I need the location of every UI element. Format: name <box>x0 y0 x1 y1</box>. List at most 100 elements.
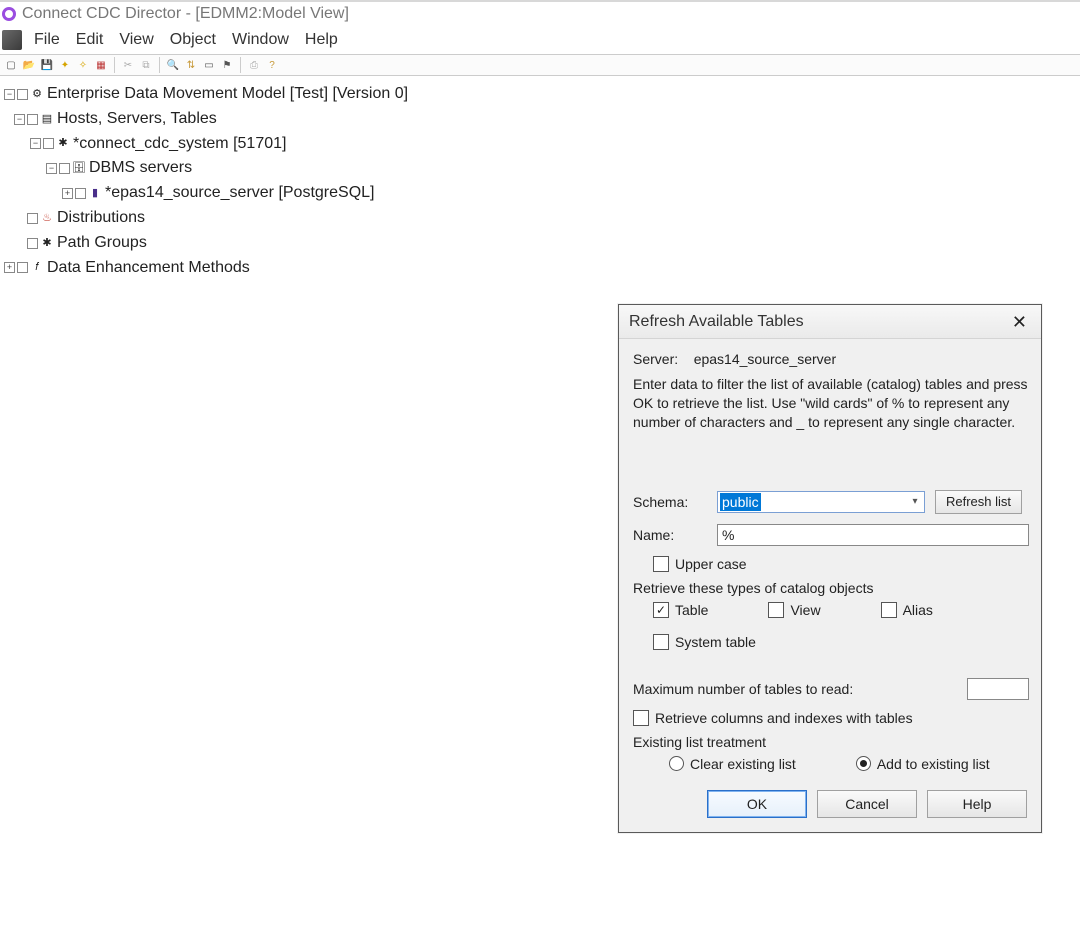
collapse-icon[interactable]: − <box>14 114 25 125</box>
systable-row: System table <box>653 634 1029 650</box>
systable-checkbox[interactable] <box>653 634 669 650</box>
tree-pathgroups-label: Path Groups <box>57 231 147 256</box>
name-label: Name: <box>633 527 717 543</box>
table-checkbox[interactable]: ✓ <box>653 602 669 618</box>
dialog-titlebar[interactable]: Refresh Available Tables ✕ <box>619 305 1041 339</box>
grid-icon[interactable]: ▦ <box>94 58 108 72</box>
tree-system[interactable]: − ✱ *connect_cdc_system [51701] <box>4 132 1076 157</box>
spark2-icon[interactable]: ✧ <box>76 58 90 72</box>
view-checkbox[interactable] <box>768 602 784 618</box>
close-icon[interactable]: ✕ <box>1006 311 1033 333</box>
tree-system-label: *connect_cdc_system [51701] <box>73 132 286 157</box>
existing-radio-row: Clear existing list Add to existing list <box>669 756 1029 772</box>
existing-label: Existing list treatment <box>633 734 1029 750</box>
search-icon[interactable]: 🔍 <box>166 58 180 72</box>
box-icon[interactable]: ▭ <box>202 58 216 72</box>
catalog-row1: ✓ Table View Alias <box>653 602 1029 626</box>
server-icon: ▮ <box>88 187 102 201</box>
tree-hosts-label: Hosts, Servers, Tables <box>57 107 217 132</box>
ok-button[interactable]: OK <box>707 790 807 818</box>
no-expand <box>14 238 27 249</box>
tree-checkbox[interactable] <box>27 213 38 224</box>
catalog-group-label: Retrieve these types of catalog objects <box>633 580 1029 596</box>
app-logo-icon <box>2 30 22 50</box>
tree-checkbox[interactable] <box>27 114 38 125</box>
tree-checkbox[interactable] <box>17 262 28 273</box>
add-radio-label: Add to existing list <box>877 756 990 772</box>
view-chk-row: View <box>768 602 820 618</box>
name-input[interactable]: % <box>717 524 1029 546</box>
help-button[interactable]: Help <box>927 790 1027 818</box>
menu-file[interactable]: File <box>26 29 68 51</box>
no-expand <box>14 213 27 224</box>
refresh-list-button[interactable]: Refresh list <box>935 490 1022 514</box>
spark1-icon[interactable]: ✦ <box>58 58 72 72</box>
chevron-down-icon[interactable]: ▾ <box>906 492 924 512</box>
toolbar-sep2 <box>159 57 160 73</box>
schema-combo[interactable]: public ▾ <box>717 491 925 513</box>
add-radio[interactable] <box>856 756 871 771</box>
print-icon[interactable]: ⎙ <box>247 58 261 72</box>
tree-view: − ⚙ Enterprise Data Movement Model [Test… <box>0 76 1080 280</box>
cancel-button[interactable]: Cancel <box>817 790 917 818</box>
view-label: View <box>790 602 820 618</box>
menu-object[interactable]: Object <box>162 29 224 51</box>
tree-checkbox[interactable] <box>17 89 28 100</box>
collapse-icon[interactable]: − <box>30 138 41 149</box>
tree-dbms[interactable]: − 🗄 DBMS servers <box>4 156 1076 181</box>
expand-icon[interactable]: + <box>4 262 15 273</box>
max-row: Maximum number of tables to read: <box>633 678 1029 700</box>
help-icon[interactable]: ? <box>265 58 279 72</box>
schema-label: Schema: <box>633 494 717 510</box>
tree-server[interactable]: + ▮ *epas14_source_server [PostgreSQL] <box>4 181 1076 206</box>
alias-checkbox[interactable] <box>881 602 897 618</box>
window-title: Connect CDC Director - [EDMM2:Model View… <box>22 5 349 23</box>
expand-icon[interactable]: + <box>62 188 73 199</box>
tree-checkbox[interactable] <box>75 188 86 199</box>
schema-row: Schema: public ▾ Refresh list <box>633 490 1029 514</box>
copy-icon[interactable]: ⧉ <box>139 58 153 72</box>
tree-checkbox[interactable] <box>43 138 54 149</box>
tree-enhancement[interactable]: + 𝑓 Data Enhancement Methods <box>4 256 1076 281</box>
menu-view[interactable]: View <box>111 29 161 51</box>
uppercase-row: Upper case <box>653 556 1029 572</box>
cut-icon[interactable]: ✂ <box>121 58 135 72</box>
tree-root[interactable]: − ⚙ Enterprise Data Movement Model [Test… <box>4 82 1076 107</box>
clear-radio[interactable] <box>669 756 684 771</box>
menu-window[interactable]: Window <box>224 29 297 51</box>
dialog-title: Refresh Available Tables <box>629 313 804 331</box>
systable-label: System table <box>675 634 756 650</box>
tree-checkbox[interactable] <box>27 238 38 249</box>
collapse-icon[interactable]: − <box>4 89 15 100</box>
tree-distributions-label: Distributions <box>57 206 145 231</box>
open-icon[interactable]: 📂 <box>22 58 36 72</box>
updown-icon[interactable]: ⇅ <box>184 58 198 72</box>
hosts-icon: ▤ <box>40 112 54 126</box>
save-icon[interactable]: 💾 <box>40 58 54 72</box>
menu-help[interactable]: Help <box>297 29 346 51</box>
retrieve-cols-checkbox[interactable] <box>633 710 649 726</box>
server-value: epas14_source_server <box>694 351 836 367</box>
tree-hosts[interactable]: − ▤ Hosts, Servers, Tables <box>4 107 1076 132</box>
tree-root-label: Enterprise Data Movement Model [Test] [V… <box>47 82 408 107</box>
tree-distributions[interactable]: ♨ Distributions <box>4 206 1076 231</box>
server-label: Server: <box>633 351 678 367</box>
flag-icon[interactable]: ⚑ <box>220 58 234 72</box>
max-label: Maximum number of tables to read: <box>633 681 853 697</box>
menu-edit[interactable]: Edit <box>68 29 112 51</box>
uppercase-checkbox[interactable] <box>653 556 669 572</box>
name-row: Name: % <box>633 524 1029 546</box>
max-input[interactable] <box>967 678 1029 700</box>
tree-checkbox[interactable] <box>59 163 70 174</box>
dbms-icon: 🗄 <box>72 162 86 176</box>
collapse-icon[interactable]: − <box>46 163 57 174</box>
alias-chk-row: Alias <box>881 602 933 618</box>
alias-label: Alias <box>903 602 933 618</box>
titlebar: Connect CDC Director - [EDMM2:Model View… <box>0 0 1080 26</box>
uppercase-label: Upper case <box>675 556 747 572</box>
tree-dbms-label: DBMS servers <box>89 156 192 181</box>
toolbar: ▢ 📂 💾 ✦ ✧ ▦ ✂ ⧉ 🔍 ⇅ ▭ ⚑ ⎙ ? <box>0 54 1080 76</box>
new-icon[interactable]: ▢ <box>4 58 18 72</box>
tree-pathgroups[interactable]: ✱ Path Groups <box>4 231 1076 256</box>
retrieve-cols-label: Retrieve columns and indexes with tables <box>655 710 913 726</box>
